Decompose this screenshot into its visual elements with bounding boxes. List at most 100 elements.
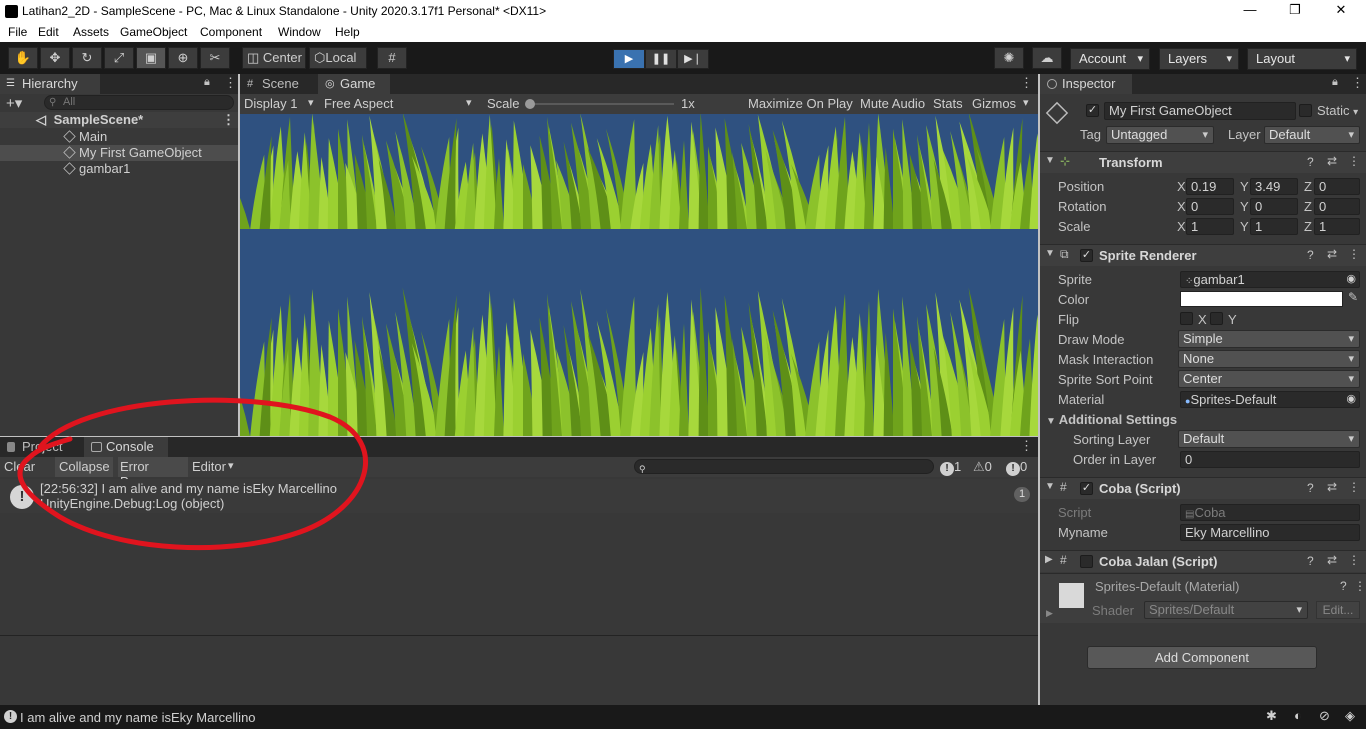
collab-icon[interactable]: ✺ xyxy=(994,47,1024,69)
more-menu-icon[interactable]: ⋮ xyxy=(1020,75,1033,91)
cache-server-icon[interactable]: ⊘ xyxy=(1319,708,1330,724)
rect-tool-icon[interactable]: ▣ xyxy=(136,47,166,69)
lock-icon[interactable]: 🔒︎ xyxy=(204,76,210,89)
coba-enabled-checkbox[interactable]: ✓ xyxy=(1080,482,1093,495)
component-menu-icon[interactable]: ⋮ xyxy=(1348,154,1360,168)
eyedropper-icon[interactable]: ✎ xyxy=(1348,290,1358,304)
play-button[interactable]: ▶ xyxy=(613,49,645,69)
display-dropdown[interactable]: Display 1 ▾ xyxy=(244,96,320,111)
object-picker-icon[interactable]: ◉ xyxy=(1346,272,1356,287)
tab-inspector[interactable]: Inspector xyxy=(1040,74,1132,94)
help-icon[interactable]: ? xyxy=(1307,155,1314,169)
cloud-icon[interactable]: ☁ xyxy=(1032,47,1062,69)
account-dropdown[interactable]: Account xyxy=(1070,48,1150,70)
help-icon[interactable]: ? xyxy=(1307,554,1314,568)
tab-scene[interactable]: # Scene xyxy=(240,74,312,94)
pivot-local-button[interactable]: ⬡Local xyxy=(309,47,367,69)
lock-icon[interactable]: 🔒︎ xyxy=(1332,76,1338,89)
menu-edit[interactable]: Edit xyxy=(38,25,59,39)
sprite-field[interactable]: ⁘gambar1 ◉ xyxy=(1180,271,1360,288)
sprite-renderer-header[interactable]: ▼ ⧉ ✓ Sprite Renderer ? ⇄ ⋮ xyxy=(1040,244,1366,266)
position-z-field[interactable]: 0 xyxy=(1314,178,1360,195)
close-button[interactable]: ✕ xyxy=(1331,2,1351,18)
sorting-layer-dropdown[interactable]: Default xyxy=(1178,430,1360,448)
layout-dropdown[interactable]: Layout xyxy=(1247,48,1357,70)
scale-x-field[interactable]: 1 xyxy=(1186,218,1234,235)
hierarchy-search-input[interactable]: ⚲ All xyxy=(44,95,234,110)
menu-window[interactable]: Window xyxy=(278,25,321,39)
tag-dropdown[interactable]: Untagged xyxy=(1106,126,1214,144)
log-count-toggle[interactable]: ! 1 xyxy=(940,459,961,476)
maximize-on-play-toggle[interactable]: Maximize On Play xyxy=(748,96,853,111)
myname-field[interactable]: Eky Marcellino xyxy=(1180,524,1360,541)
hierarchy-item-main[interactable]: Main xyxy=(0,129,238,145)
sprite-sort-point-dropdown[interactable]: Center xyxy=(1178,370,1360,388)
help-icon[interactable]: ? xyxy=(1307,248,1314,262)
status-message[interactable]: I am alive and my name isEky Marcellino xyxy=(20,710,256,725)
static-checkbox[interactable] xyxy=(1299,104,1312,117)
pause-button[interactable]: ❚❚ xyxy=(645,49,677,69)
scale-slider[interactable] xyxy=(528,103,674,105)
coba-jalan-enabled-checkbox[interactable] xyxy=(1080,555,1093,568)
flip-y-checkbox[interactable] xyxy=(1210,312,1223,325)
tab-hierarchy[interactable]: ☰ Hierarchy xyxy=(0,74,100,94)
console-search-input[interactable]: ⚲ xyxy=(634,459,934,474)
rotation-y-field[interactable]: 0 xyxy=(1250,198,1298,215)
transform-tool-icon[interactable]: ⊕ xyxy=(168,47,198,69)
step-button[interactable]: ▶❘ xyxy=(677,49,709,69)
performance-icon[interactable]: ◐ xyxy=(1294,708,1302,723)
preset-icon[interactable]: ⇄ xyxy=(1327,247,1337,261)
layers-dropdown[interactable]: Layers xyxy=(1159,48,1239,70)
menu-file[interactable]: File xyxy=(8,25,27,39)
transform-header[interactable]: ▼ ⊹ Transform ? ⇄ ⋮ xyxy=(1040,151,1366,173)
layer-dropdown[interactable]: Default xyxy=(1264,126,1360,144)
material-field[interactable]: ●Sprites-Default ◉ xyxy=(1180,391,1360,408)
help-icon[interactable]: ? xyxy=(1307,481,1314,495)
menu-assets[interactable]: Assets xyxy=(73,25,109,39)
static-dropdown[interactable]: Static ▾ xyxy=(1317,103,1358,118)
scene-more-icon[interactable]: ⋮ xyxy=(222,112,235,128)
menu-help[interactable]: Help xyxy=(335,25,360,39)
console-splitter[interactable] xyxy=(0,635,1038,636)
gizmos-toggle[interactable]: Gizmos xyxy=(972,96,1016,111)
hand-tool-icon[interactable]: ✋ xyxy=(8,47,38,69)
preset-icon[interactable]: ⇄ xyxy=(1327,480,1337,494)
hierarchy-item-my-first-gameobject[interactable]: My First GameObject xyxy=(0,145,238,161)
scale-slider-handle[interactable] xyxy=(525,99,535,109)
active-checkbox[interactable]: ✓ xyxy=(1086,104,1099,117)
mute-audio-toggle[interactable]: Mute Audio xyxy=(860,96,925,111)
warning-count-toggle[interactable]: ⚠0 xyxy=(973,459,992,475)
coba-script-header[interactable]: ▼ # ✓ Coba (Script) ? ⇄ ⋮ xyxy=(1040,477,1366,499)
mask-interaction-dropdown[interactable]: None xyxy=(1178,350,1360,368)
order-in-layer-field[interactable]: 0 xyxy=(1180,451,1360,468)
preset-icon[interactable]: ⇄ xyxy=(1327,553,1337,567)
flip-x-checkbox[interactable] xyxy=(1180,312,1193,325)
menu-component[interactable]: Component xyxy=(200,25,262,39)
rotation-z-field[interactable]: 0 xyxy=(1314,198,1360,215)
gameobject-name-field[interactable]: My First GameObject xyxy=(1104,102,1296,120)
sprite-renderer-enabled-checkbox[interactable]: ✓ xyxy=(1080,249,1093,262)
more-menu-icon[interactable]: ⋮ xyxy=(224,75,237,91)
restore-button[interactable]: ❐ xyxy=(1285,2,1305,18)
pivot-center-button[interactable]: ◫ Center xyxy=(242,47,306,69)
component-menu-icon[interactable]: ⋮ xyxy=(1354,579,1366,593)
shader-dropdown[interactable]: Sprites/Default xyxy=(1144,601,1308,619)
help-icon[interactable]: ? xyxy=(1340,579,1347,593)
component-menu-icon[interactable]: ⋮ xyxy=(1348,480,1360,494)
object-picker-icon[interactable]: ◉ xyxy=(1346,392,1356,407)
bug-icon[interactable]: ✱ xyxy=(1266,708,1277,724)
draw-mode-dropdown[interactable]: Simple xyxy=(1178,330,1360,348)
menu-gameobject[interactable]: GameObject xyxy=(120,25,187,39)
rotate-tool-icon[interactable]: ↻ xyxy=(72,47,102,69)
tab-game[interactable]: ◎ Game xyxy=(318,74,390,94)
position-y-field[interactable]: 3.49 xyxy=(1250,178,1298,195)
grid-snap-icon[interactable]: # xyxy=(377,47,407,69)
color-swatch[interactable] xyxy=(1180,291,1343,307)
move-tool-icon[interactable]: ✥ xyxy=(40,47,70,69)
error-count-toggle[interactable]: ! 0 xyxy=(1006,459,1027,476)
add-icon[interactable]: +▾ xyxy=(6,94,22,112)
custom-tool-icon[interactable]: ✂ xyxy=(200,47,230,69)
coba-jalan-script-header[interactable]: ▶ # Coba Jalan (Script) ? ⇄ ⋮ xyxy=(1040,550,1366,572)
gizmos-dropdown-icon[interactable]: ▾ xyxy=(1023,96,1029,109)
position-x-field[interactable]: 0.19 xyxy=(1186,178,1234,195)
